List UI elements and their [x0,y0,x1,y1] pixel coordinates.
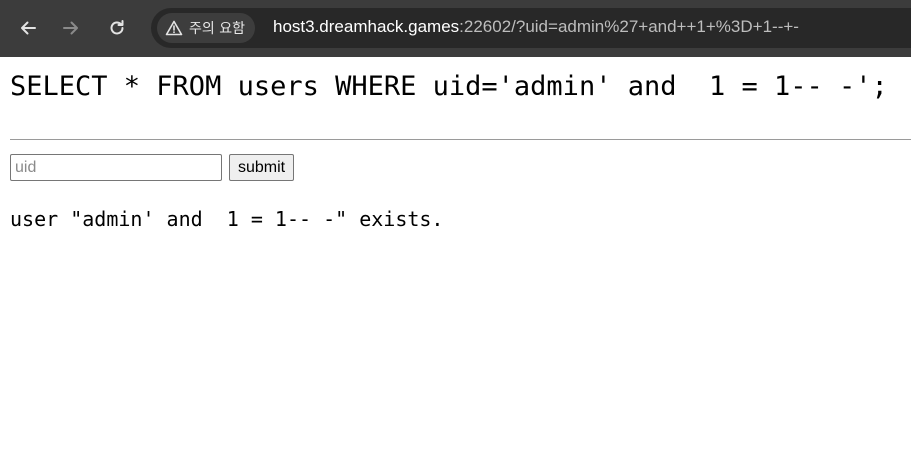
reload-icon [107,18,127,38]
security-label: 주의 요함 [189,21,245,37]
url-path: :22602/?uid=admin%27+and++1+%3D+1--+- [459,17,799,36]
browser-toolbar: 주의 요함 host3.dreamhack.games:22602/?uid=a… [0,0,911,57]
address-bar[interactable]: 주의 요함 host3.dreamhack.games:22602/?uid=a… [151,8,911,48]
forward-button[interactable] [53,10,89,46]
submit-button[interactable]: submit [229,154,295,181]
security-indicator[interactable]: 주의 요함 [157,13,255,43]
uid-input[interactable] [10,154,222,181]
url-host: host3.dreamhack.games [273,17,460,36]
divider [10,139,911,140]
url-text[interactable]: host3.dreamhack.games:22602/?uid=admin%2… [273,17,799,37]
reload-button[interactable] [99,10,135,46]
warning-triangle-icon [165,20,189,36]
back-button[interactable] [10,10,46,46]
result-message: user "admin' and 1 = 1-- -" exists. [10,207,444,231]
sql-query-heading: SELECT * FROM users WHERE uid='admin' an… [10,71,888,102]
arrow-left-icon [18,18,38,38]
arrow-right-icon [61,18,81,38]
